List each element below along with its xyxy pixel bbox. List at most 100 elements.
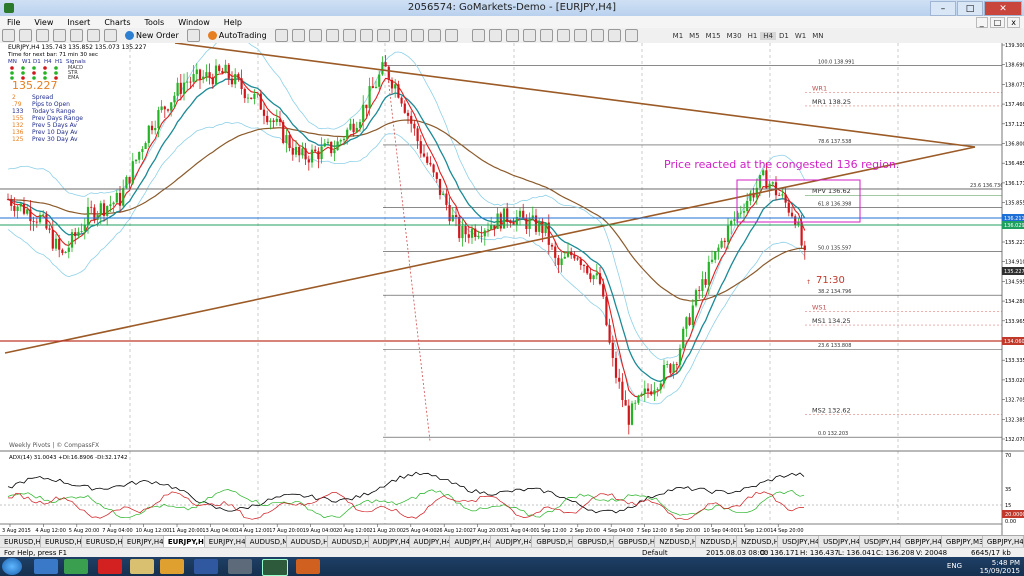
- line-chart-icon[interactable]: [308, 29, 322, 42]
- price-axis[interactable]: 139.300 138.690 138.075 137.460 137.125 136.8…: [1002, 43, 1024, 443]
- autotrading-button[interactable]: AutoTrading: [204, 31, 271, 40]
- templates-icon[interactable]: [444, 29, 458, 42]
- mdi-close-icon[interactable]: x: [1007, 16, 1020, 28]
- timeframe-h4[interactable]: H4: [760, 31, 777, 40]
- candle-body: [202, 76, 205, 80]
- periods-icon[interactable]: [427, 29, 441, 42]
- menu-tools[interactable]: Tools: [137, 18, 171, 27]
- new-chart-icon[interactable]: [2, 29, 15, 42]
- cursor-icon[interactable]: [471, 29, 485, 42]
- candle-body: [67, 247, 70, 252]
- candle-body: [22, 203, 26, 214]
- menu-window[interactable]: Window: [171, 18, 217, 27]
- price-chart[interactable]: 100.0 138.991WR1MR1 138.2578.6 137.53823…: [0, 34, 1024, 535]
- chart-window[interactable]: 100.0 138.991 WR1 MR1 138.25 78.6 137.538 23…: [0, 34, 1024, 535]
- candle-body: [493, 225, 496, 229]
- profiles-icon[interactable]: [19, 29, 32, 42]
- candle-body: [240, 78, 243, 89]
- timeframe-m5[interactable]: M5: [686, 32, 703, 40]
- equidistant-channel-icon[interactable]: [556, 29, 570, 42]
- candle-body: [358, 122, 362, 128]
- tray-clock[interactable]: 5:48 PM 15/09/2015: [980, 559, 1020, 575]
- adx-tick: 70: [1005, 453, 1011, 459]
- indicators-icon[interactable]: [410, 29, 424, 42]
- tile-windows-icon[interactable]: [359, 29, 373, 42]
- chart-shift-icon[interactable]: [393, 29, 407, 42]
- stat-value: 132: [12, 122, 24, 129]
- candle-body: [282, 122, 285, 143]
- timeframe-m30[interactable]: M30: [724, 32, 745, 40]
- mdi-minimize-icon[interactable]: _: [975, 16, 988, 28]
- time-tick: 19 Aug 04:00: [303, 528, 337, 534]
- candle-body: [733, 219, 736, 221]
- new-order-button[interactable]: New Order: [121, 31, 183, 40]
- app-icon-5[interactable]: [160, 559, 184, 574]
- ie-icon[interactable]: [34, 559, 58, 574]
- close-icon[interactable]: ✕: [984, 1, 1022, 16]
- zoom-out-icon[interactable]: [342, 29, 356, 42]
- strategy-tester-icon[interactable]: [104, 29, 117, 42]
- candlestick-icon[interactable]: [291, 29, 305, 42]
- crosshair-icon[interactable]: [488, 29, 502, 42]
- timeframe-mn[interactable]: MN: [809, 32, 826, 40]
- trendline-icon[interactable]: [539, 29, 553, 42]
- timeframe-h1[interactable]: H1: [745, 32, 761, 40]
- zoom-in-icon[interactable]: [325, 29, 339, 42]
- navigator-icon[interactable]: [70, 29, 83, 42]
- k-app-icon[interactable]: [98, 559, 122, 574]
- app-icon-9[interactable]: [296, 559, 320, 574]
- app-icon-6[interactable]: [194, 559, 218, 574]
- timeframe-m15[interactable]: M15: [703, 32, 724, 40]
- stat-value: 2: [12, 94, 16, 101]
- mdi-controls: _ □ x: [975, 16, 1024, 28]
- candle-body: [205, 72, 208, 77]
- bar-chart-icon[interactable]: [274, 29, 288, 42]
- minimize-icon[interactable]: –: [930, 1, 956, 16]
- timeframe-m1[interactable]: M1: [670, 32, 687, 40]
- watermark: Weekly Pivots | © CompassFX: [9, 442, 99, 449]
- arrows-icon[interactable]: [624, 29, 638, 42]
- horizontal-line-icon[interactable]: [522, 29, 536, 42]
- candle-body: [221, 70, 224, 74]
- stat-value: 136: [12, 129, 24, 136]
- maximize-icon[interactable]: □: [957, 1, 983, 16]
- candle-body: [490, 225, 493, 230]
- symbol-header: EURJPY,H4 135.743 135.852 135.073 135.22…: [8, 44, 147, 51]
- start-button-icon[interactable]: [2, 558, 22, 575]
- chrome-icon[interactable]: [64, 559, 88, 574]
- text-label-icon[interactable]: [607, 29, 621, 42]
- candle-body: [384, 62, 387, 67]
- candle-body: [102, 203, 106, 216]
- explorer-icon[interactable]: [130, 559, 154, 574]
- mdi-restore-icon[interactable]: □: [989, 16, 1006, 28]
- candle-body: [573, 255, 576, 259]
- candle-body: [115, 192, 118, 203]
- menu-view[interactable]: View: [27, 18, 60, 27]
- data-window-icon[interactable]: [53, 29, 66, 42]
- auto-scroll-icon[interactable]: [376, 29, 390, 42]
- market-watch-icon[interactable]: [36, 29, 49, 42]
- stat-label: Prev 10 Day Av: [32, 129, 78, 136]
- terminal-icon[interactable]: [87, 29, 100, 42]
- toolbar: New Order AutoTrading M1 M5 M15 M30 H1 H…: [0, 28, 1024, 44]
- candle-body: [147, 125, 150, 143]
- candle-body: [675, 364, 678, 365]
- candle-body: [378, 74, 381, 87]
- vertical-line-icon[interactable]: [505, 29, 519, 42]
- app-icon-7[interactable]: [228, 559, 252, 574]
- candle-body: [586, 266, 589, 274]
- menu-insert[interactable]: Insert: [60, 18, 97, 27]
- metaeditor-icon[interactable]: [186, 29, 200, 42]
- timeframe-w1[interactable]: W1: [792, 32, 809, 40]
- price-marker-label: 136.029: [1004, 223, 1024, 229]
- timeframe-d1[interactable]: D1: [776, 32, 792, 40]
- metatrader-icon[interactable]: [262, 559, 288, 576]
- tray-language[interactable]: ENG: [947, 562, 962, 570]
- candle-body: [710, 259, 714, 262]
- menu-help[interactable]: Help: [217, 18, 249, 27]
- text-tool-icon[interactable]: [590, 29, 604, 42]
- menu-file[interactable]: File: [0, 18, 27, 27]
- fibonacci-icon[interactable]: [573, 29, 587, 42]
- menu-charts[interactable]: Charts: [97, 18, 137, 27]
- candle-body: [298, 146, 301, 156]
